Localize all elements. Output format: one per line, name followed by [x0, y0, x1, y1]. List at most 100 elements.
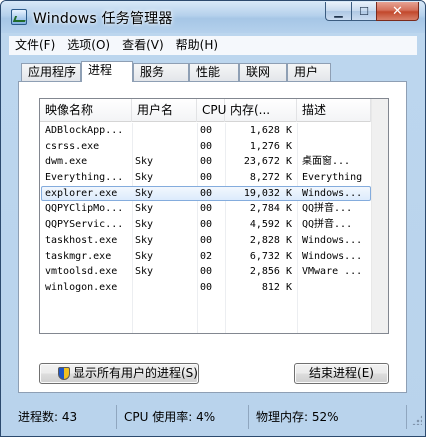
cell-user-name: Sky [135, 250, 154, 262]
cell-image-name: Everything... [45, 172, 124, 184]
cell-image-name: csrss.exe [45, 140, 100, 152]
table-row[interactable]: QQPYServic... Sky 00 4,592 K QQ拼音... [40, 217, 388, 233]
sort-ascending-icon [92, 98, 98, 99]
tab-networking[interactable]: 联网 [239, 63, 287, 81]
vertical-scrollbar[interactable] [371, 99, 388, 333]
cell-user-name: Sky [135, 172, 154, 184]
cell-memory: 2,856 K [249, 266, 292, 278]
table-row[interactable]: Everything... Sky 00 8,272 K Everything [40, 170, 388, 186]
cell-memory: 23,672 K [243, 156, 292, 168]
title-bar[interactable]: Windows 任务管理器 ▁ ☐ ✕ [1, 1, 425, 33]
table-row[interactable]: dwm.exe Sky 00 23,672 K 桌面窗... [40, 154, 388, 170]
end-process-button[interactable]: 结束进程(E) [294, 363, 389, 384]
list-header: 映像名称 用户名 CPU 内存(... 描述 [40, 99, 388, 122]
cell-image-name: taskhost.exe [45, 234, 118, 246]
menu-file[interactable]: 文件(F) [9, 36, 61, 55]
menu-help[interactable]: 帮助(H) [170, 36, 224, 55]
cell-image-name: ADBlockApp... [45, 125, 124, 136]
tab-users[interactable]: 用户 [287, 63, 331, 81]
cell-cpu: 00 [200, 172, 213, 184]
window-title: Windows 任务管理器 [33, 11, 173, 27]
cell-description: QQ拼音... [302, 203, 353, 215]
table-row[interactable]: QQPYClipMo... Sky 00 2,784 K QQ拼音... [40, 201, 388, 217]
cell-cpu: 00 [200, 281, 213, 293]
cell-cpu: 00 [200, 266, 213, 278]
column-image-name-label: 映像名称 [45, 103, 94, 117]
tab-services[interactable]: 服务 [133, 63, 189, 81]
show-all-users-label: 显示所有用户的进程(S) [73, 366, 198, 380]
cell-cpu: 00 [200, 203, 213, 215]
column-cpu[interactable]: CPU [197, 99, 226, 122]
processes-panel: 映像名称 用户名 CPU 内存(... 描述 ADBlockApp... 00 1,… [18, 81, 407, 393]
status-bar: 进程数: 43 CPU 使用率: 4% 物理内存: 52% [1, 405, 425, 436]
task-manager-window: Windows 任务管理器 ▁ ☐ ✕ 文件(F) 选项(O) 查看(V) 帮助… [0, 0, 426, 437]
close-button[interactable]: ✕ [376, 2, 419, 21]
menu-bar: 文件(F) 选项(O) 查看(V) 帮助(H) [9, 36, 417, 55]
cell-image-name: explorer.exe [45, 187, 118, 199]
cell-image-name: winlogon.exe [45, 281, 118, 293]
cell-description: VMware ... [302, 266, 363, 278]
cell-memory: 2,828 K [249, 234, 292, 246]
menu-view[interactable]: 查看(V) [116, 36, 170, 55]
cell-memory: 19,032 K [243, 187, 292, 199]
process-rows: ADBlockApp... 00 1,628 K csrss.exe 00 1,276 K… [40, 123, 388, 296]
maximize-button[interactable]: ☐ [351, 2, 376, 21]
show-all-users-button[interactable]: 显示所有用户的进程(S) [39, 363, 199, 384]
table-row[interactable]: ADBlockApp... 00 1,628 K [40, 123, 388, 139]
task-manager-icon [11, 9, 27, 25]
table-row[interactable]: vmtoolsd.exe Sky 00 2,856 K VMware ... [40, 264, 388, 280]
cell-user-name: Sky [135, 156, 154, 168]
cell-memory: 2,784 K [249, 203, 292, 215]
cell-cpu: 00 [200, 234, 213, 246]
cell-description: 桌面窗... [302, 156, 351, 168]
cell-memory: 6,732 K [249, 250, 292, 262]
cell-description: Everything [302, 172, 363, 184]
cell-image-name: vmtoolsd.exe [45, 266, 118, 278]
cell-user-name: Sky [135, 219, 154, 231]
column-user-name[interactable]: 用户名 [132, 99, 197, 122]
table-row[interactable]: taskhost.exe Sky 00 2,828 K Windows... [40, 233, 388, 249]
cell-cpu: 00 [200, 187, 213, 199]
column-description[interactable]: 描述 [297, 99, 371, 122]
tab-performance[interactable]: 性能 [189, 63, 239, 81]
cell-image-name: dwm.exe [45, 156, 88, 168]
cell-cpu: 00 [200, 140, 213, 152]
cell-description: QQ拼音... [302, 219, 353, 231]
minimize-button[interactable]: ▁ [325, 2, 351, 21]
cell-user-name: Sky [135, 203, 154, 215]
table-row[interactable]: explorer.exe Sky 00 19,032 K Windows... [40, 185, 388, 202]
process-list[interactable]: 映像名称 用户名 CPU 内存(... 描述 ADBlockApp... 00 1,… [39, 98, 389, 334]
tab-applications[interactable]: 应用程序 [21, 63, 81, 81]
cell-memory: 812 K [261, 281, 292, 293]
cell-user-name: Sky [135, 234, 154, 246]
menu-options[interactable]: 选项(O) [61, 36, 116, 55]
cell-user-name: Sky [135, 266, 154, 278]
column-memory[interactable]: 内存(... [225, 99, 297, 122]
cell-image-name: taskmgr.exe [45, 250, 112, 262]
cell-memory: 1,628 K [249, 125, 292, 136]
cell-memory: 1,276 K [249, 140, 292, 152]
status-cpu-usage: CPU 使用率: 4% [119, 405, 249, 429]
table-row[interactable]: csrss.exe 00 1,276 K [40, 139, 388, 155]
cell-description: Windows... [302, 234, 363, 246]
cell-image-name: QQPYClipMo... [45, 203, 124, 215]
status-process-count: 进程数: 43 [13, 405, 117, 429]
cell-memory: 4,592 K [249, 219, 292, 231]
caption-buttons: ▁ ☐ ✕ [325, 2, 419, 21]
uac-shield-icon [58, 367, 70, 380]
table-row[interactable]: winlogon.exe 00 812 K [40, 280, 388, 296]
cell-cpu: 02 [200, 250, 213, 262]
cell-user-name: Sky [135, 187, 154, 199]
cell-image-name: QQPYServic... [45, 219, 124, 231]
cell-cpu: 00 [200, 156, 213, 168]
table-row[interactable]: taskmgr.exe Sky 02 6,732 K Windows... [40, 249, 388, 265]
resize-grip-icon[interactable] [412, 415, 422, 425]
cell-description: Windows... [302, 250, 363, 262]
cell-memory: 8,272 K [249, 172, 292, 184]
cell-description: Windows... [302, 187, 363, 199]
column-image-name[interactable]: 映像名称 [40, 99, 132, 122]
cell-cpu: 00 [200, 125, 213, 136]
cell-cpu: 00 [200, 219, 213, 231]
tab-processes[interactable]: 进程 [81, 61, 133, 82]
status-memory-usage: 物理内存: 52% [251, 405, 407, 429]
